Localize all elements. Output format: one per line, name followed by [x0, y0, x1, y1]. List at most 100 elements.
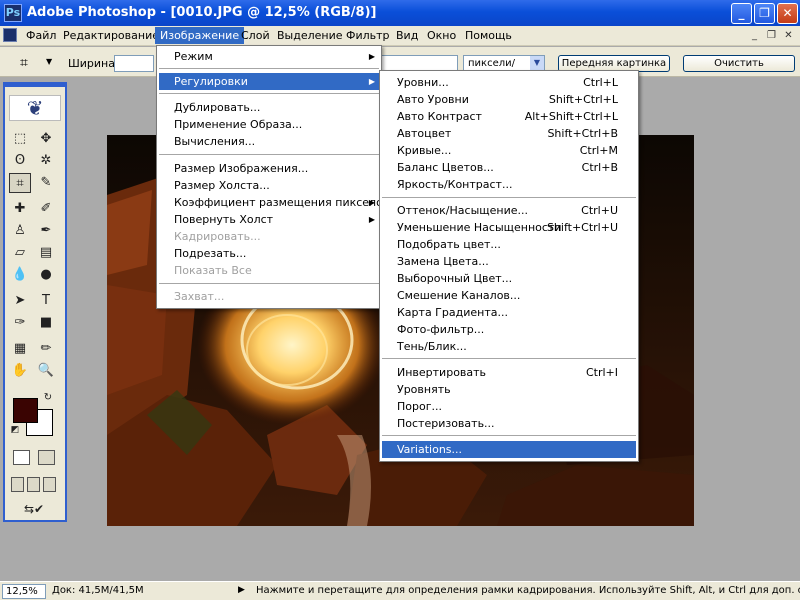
- menu-item-apply-image[interactable]: Применение Образа...: [159, 116, 379, 133]
- menu-item-auto-color-shortcut: Shift+Ctrl+B: [547, 127, 618, 140]
- menu-file[interactable]: Файл: [21, 27, 61, 44]
- notes-tool-icon[interactable]: ▦: [9, 339, 31, 359]
- clone-stamp-tool-icon[interactable]: ♙: [9, 221, 31, 241]
- menu-item-channel-mixer[interactable]: Смешение Каналов...: [382, 287, 636, 304]
- menu-item-auto-levels[interactable]: Авто Уровни Shift+Ctrl+L: [382, 91, 636, 108]
- menu-item-trap[interactable]: Захват...: [159, 288, 379, 305]
- menu-item-mode-label: Режим: [174, 50, 213, 63]
- zoom-field[interactable]: 12,5%: [2, 584, 46, 599]
- menu-item-rotate-canvas[interactable]: Повернуть Холст ▶: [159, 211, 379, 228]
- lasso-tool-icon[interactable]: ʘ: [9, 151, 31, 171]
- menu-item-match-color[interactable]: Подобрать цвет...: [382, 236, 636, 253]
- menu-item-photo-filter[interactable]: Фото-фильтр...: [382, 321, 636, 338]
- menu-item-desaturate-label: Уменьшение Насыщенности: [397, 221, 562, 234]
- menu-item-levels-shortcut: Ctrl+L: [583, 76, 618, 89]
- menu-item-color-balance[interactable]: Баланс Цветов... Ctrl+B: [382, 159, 636, 176]
- menu-item-equalize[interactable]: Уровнять: [382, 381, 636, 398]
- minimize-button[interactable]: _: [731, 3, 752, 24]
- swap-colors-icon[interactable]: ↻: [41, 391, 55, 405]
- type-tool-icon[interactable]: T: [35, 291, 57, 311]
- gradient-tool-icon[interactable]: ▤: [35, 243, 57, 263]
- width-field[interactable]: [114, 55, 154, 72]
- clear-button[interactable]: Очистить: [683, 55, 795, 72]
- slice-tool-icon[interactable]: ✎: [35, 173, 57, 193]
- menu-item-threshold[interactable]: Порог...: [382, 398, 636, 415]
- chevron-down-icon[interactable]: ▼: [530, 56, 544, 71]
- menu-item-hue-saturation-label: Оттенок/Насыщение...: [397, 204, 528, 217]
- menu-select[interactable]: Выделение: [272, 27, 348, 44]
- menu-item-levels[interactable]: Уровни... Ctrl+L: [382, 74, 636, 91]
- menu-item-mode[interactable]: Режим ▶: [159, 48, 379, 65]
- menu-edit[interactable]: Редактирование: [58, 27, 164, 44]
- menu-item-reveal-all[interactable]: Показать Все: [159, 262, 379, 279]
- menu-image[interactable]: Изображение: [155, 27, 245, 44]
- menu-item-gradient-map[interactable]: Карта Градиента...: [382, 304, 636, 321]
- blur-tool-icon[interactable]: 💧: [9, 265, 31, 285]
- menu-divider: [159, 68, 379, 69]
- hand-tool-icon[interactable]: ✋: [9, 361, 31, 381]
- menu-item-image-size[interactable]: Размер Изображения...: [159, 160, 379, 177]
- jump-to-imageready-icon[interactable]: ⇆✔: [11, 500, 57, 520]
- path-selection-tool-icon[interactable]: ➤: [9, 291, 31, 311]
- screen-mode-standard-button[interactable]: [11, 477, 24, 492]
- menu-item-auto-color[interactable]: Автоцвет Shift+Ctrl+B: [382, 125, 636, 142]
- magic-wand-tool-icon[interactable]: ✲: [35, 151, 57, 171]
- dodge-tool-icon[interactable]: ●: [35, 265, 57, 285]
- crop-tool-button[interactable]: ⌗: [9, 173, 31, 193]
- menu-item-curves[interactable]: Кривые... Ctrl+M: [382, 142, 636, 159]
- menu-item-posterize[interactable]: Постеризовать...: [382, 415, 636, 432]
- pen-tool-icon[interactable]: ✑: [9, 313, 31, 333]
- menu-view[interactable]: Вид: [391, 27, 423, 44]
- status-menu-arrow-icon[interactable]: ▶: [238, 585, 245, 595]
- menu-item-trim[interactable]: Подрезать...: [159, 245, 379, 262]
- feather-logo-icon[interactable]: ❦: [9, 95, 61, 121]
- menu-help[interactable]: Помощь: [460, 27, 517, 44]
- menu-window[interactable]: Окно: [422, 27, 461, 44]
- marquee-tool-icon[interactable]: ⬚: [9, 129, 31, 149]
- menu-item-canvas-size[interactable]: Размер Холста...: [159, 177, 379, 194]
- menu-item-auto-contrast[interactable]: Авто Контраст Alt+Shift+Ctrl+L: [382, 108, 636, 125]
- screen-mode-full-menu-button[interactable]: [27, 477, 40, 492]
- foreground-color-swatch[interactable]: [13, 398, 38, 423]
- quick-mask-mode-button[interactable]: [38, 450, 55, 465]
- zoom-tool-icon[interactable]: 🔍: [35, 361, 57, 381]
- doc-minimize-button[interactable]: _: [747, 29, 762, 43]
- eyedropper-tool-icon[interactable]: ✏: [35, 339, 57, 359]
- menu-item-hue-saturation[interactable]: Оттенок/Насыщение... Ctrl+U: [382, 202, 636, 219]
- brush-tool-icon[interactable]: ✐: [35, 199, 57, 219]
- doc-close-button[interactable]: ✕: [781, 29, 796, 43]
- move-tool-icon[interactable]: ✥: [35, 129, 57, 149]
- menu-divider: [159, 154, 379, 155]
- menu-layer[interactable]: Слой: [236, 27, 275, 44]
- menu-item-duplicate[interactable]: Дублировать...: [159, 99, 379, 116]
- crop-tool-icon[interactable]: ⌗: [20, 55, 28, 71]
- healing-brush-tool-icon[interactable]: ✚: [9, 199, 31, 219]
- menu-item-shadow-highlight[interactable]: Тень/Блик...: [382, 338, 636, 355]
- menu-item-calculations[interactable]: Вычисления...: [159, 133, 379, 150]
- menu-item-invert[interactable]: Инвертировать Ctrl+I: [382, 364, 636, 381]
- menu-divider: [382, 197, 636, 198]
- menu-item-adjustments[interactable]: Регулировки ▶: [159, 73, 379, 90]
- menu-item-brightness-contrast[interactable]: Яркость/Контраст...: [382, 176, 636, 193]
- menu-item-crop[interactable]: Кадрировать...: [159, 228, 379, 245]
- menu-item-selective-color[interactable]: Выборочный Цвет...: [382, 270, 636, 287]
- maximize-button[interactable]: ❐: [754, 3, 775, 24]
- menu-item-pixel-aspect[interactable]: Коэффициент размещения пикселов ▶: [159, 194, 389, 211]
- menu-item-desaturate[interactable]: Уменьшение Насыщенности Shift+Ctrl+U: [382, 219, 636, 236]
- doc-restore-button[interactable]: ❐: [764, 29, 779, 43]
- shape-tool-icon[interactable]: ■: [35, 313, 57, 333]
- close-button[interactable]: ✕: [777, 3, 798, 24]
- menu-item-variations[interactable]: Variations...: [382, 441, 636, 458]
- history-brush-tool-icon[interactable]: ✒: [35, 221, 57, 241]
- document-icon[interactable]: [3, 28, 17, 42]
- tool-preset-arrow-icon[interactable]: ▼: [46, 57, 52, 66]
- eraser-tool-icon[interactable]: ▱: [9, 243, 31, 263]
- menu-filter[interactable]: Фильтр: [341, 27, 395, 44]
- menu-item-replace-color[interactable]: Замена Цвета...: [382, 253, 636, 270]
- photoshop-app-icon[interactable]: Ps: [4, 4, 22, 22]
- menu-item-auto-levels-shortcut: Shift+Ctrl+L: [548, 93, 618, 106]
- standard-mode-button[interactable]: [13, 450, 30, 465]
- screen-mode-full-button[interactable]: [43, 477, 56, 492]
- default-colors-icon[interactable]: ◩: [9, 425, 21, 437]
- document-size-info[interactable]: Док: 41,5M/41,5M: [52, 585, 144, 596]
